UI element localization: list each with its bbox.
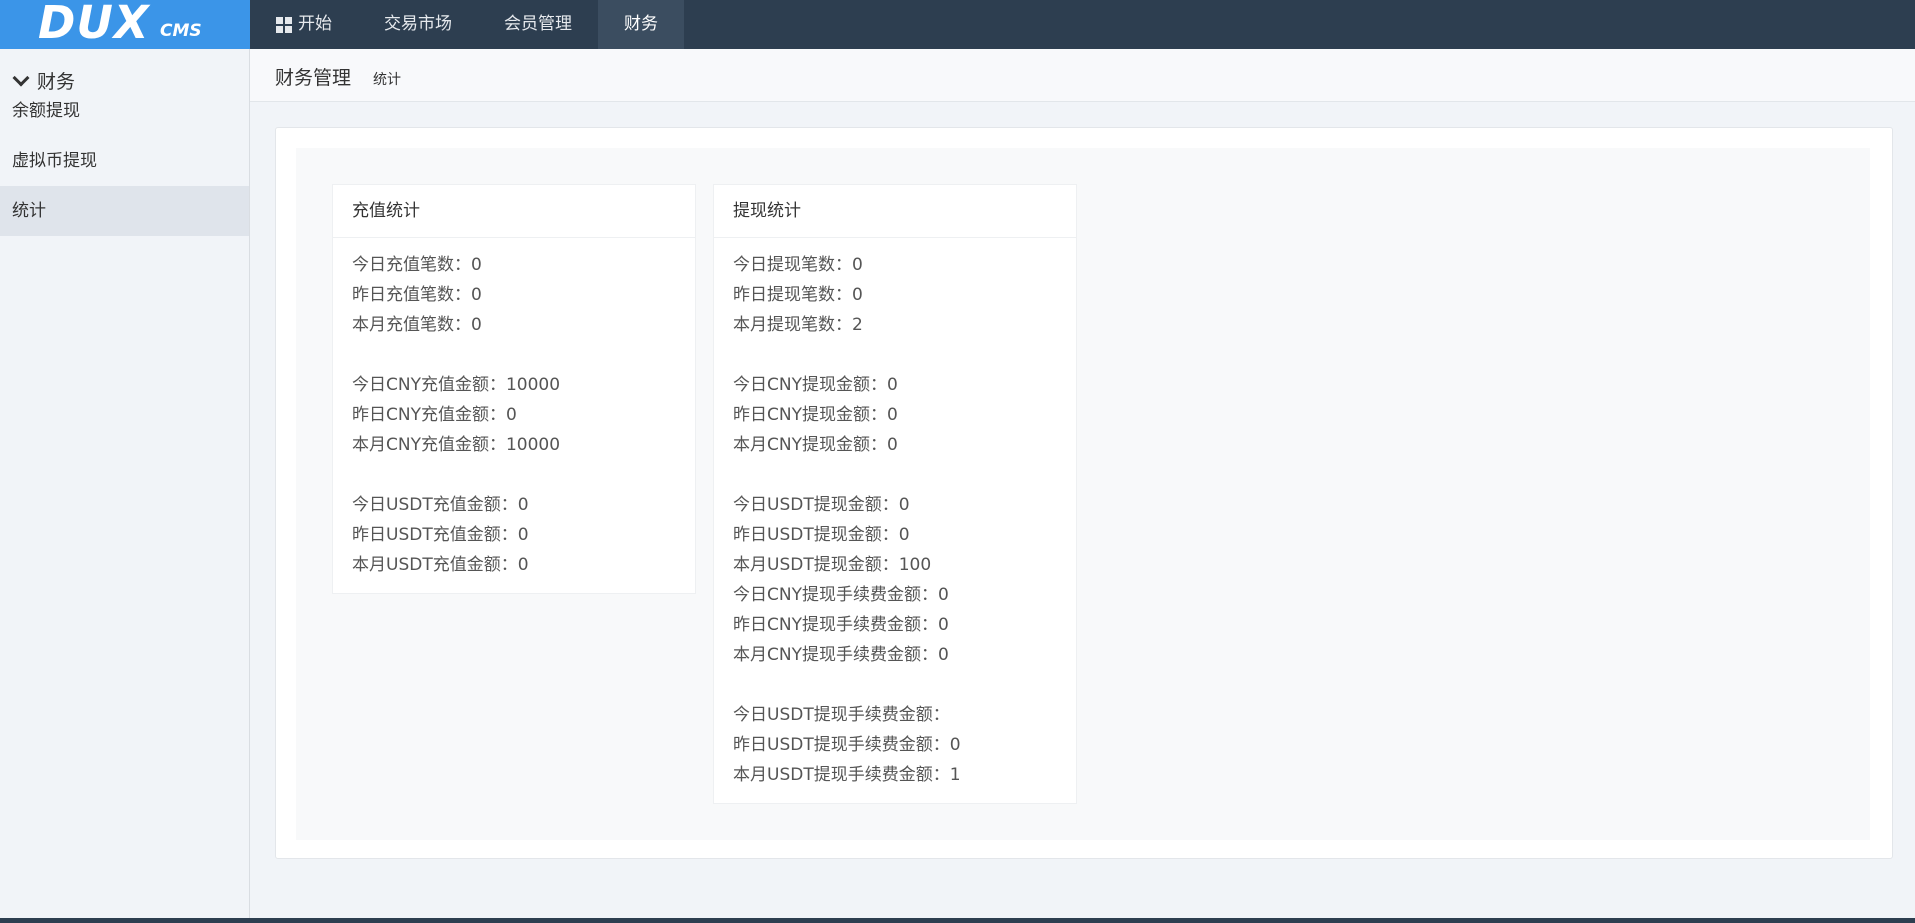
- page-title: 财务管理: [275, 67, 352, 89]
- nav-item-label: 会员管理: [504, 14, 572, 34]
- nav-item-label: 交易市场: [384, 14, 452, 34]
- content-inner: 充值统计 今日充值笔数：0 昨日充值笔数：0 本月充值笔数：0 今日CNY充值金…: [296, 148, 1870, 840]
- logo[interactable]: DUX CMS: [0, 0, 250, 49]
- stat-line: 昨日CNY提现金额：0: [733, 405, 898, 425]
- logo-text: DUX: [38, 0, 150, 49]
- windows-icon: [276, 16, 292, 33]
- nav-item-label: 开始: [298, 14, 332, 34]
- stat-line: 本月CNY充值金额：10000: [352, 435, 561, 455]
- nav-item-finance[interactable]: 财务: [598, 0, 684, 49]
- nav-item-label: 财务: [624, 14, 658, 34]
- stat-line: 昨日CNY提现手续费金额：0: [733, 615, 949, 635]
- stat-line: 今日CNY充值金额：10000: [352, 375, 561, 395]
- stat-line: 昨日充值笔数：0: [352, 285, 482, 305]
- sidebar-item-balance-withdraw[interactable]: 余额提现: [0, 86, 249, 136]
- chevron-down-icon: [12, 69, 30, 86]
- sidebar: 财务 余额提现 虚拟币提现 统计: [0, 49, 250, 923]
- top-navbar: DUX CMS 开始 交易市场 会员管理 财务: [0, 0, 1915, 49]
- breadcrumb: 统计: [373, 72, 401, 88]
- card-body: 今日提现笔数：0 昨日提现笔数：0 本月提现笔数：2 今日CNY提现金额：0 昨…: [714, 238, 1076, 798]
- sidebar-item-label: 虚拟币提现: [12, 151, 97, 171]
- stat-line: 昨日提现笔数：0: [733, 285, 863, 305]
- card-title: 充值统计: [333, 185, 695, 238]
- page-header: 财务管理 统计: [250, 49, 1915, 102]
- stat-line: 昨日USDT提现金额：0: [733, 525, 910, 545]
- card-title: 提现统计: [714, 185, 1076, 238]
- stat-line: 昨日CNY充值金额：0: [352, 405, 517, 425]
- stat-line: 今日USDT充值金额：0: [352, 495, 529, 515]
- withdraw-stats-card: 提现统计 今日提现笔数：0 昨日提现笔数：0 本月提现笔数：2 今日CNY提现金…: [713, 184, 1077, 804]
- nav-item-start[interactable]: 开始: [250, 0, 358, 49]
- stat-line: 本月USDT提现手续费金额：1: [733, 765, 961, 785]
- logo-subtext: CMS: [160, 21, 202, 41]
- card-body: 今日充值笔数：0 昨日充值笔数：0 本月充值笔数：0 今日CNY充值金额：100…: [333, 238, 695, 588]
- stat-line: 本月USDT提现金额：100: [733, 555, 932, 575]
- stat-line: 本月CNY提现金额：0: [733, 435, 898, 455]
- stat-line: 今日CNY提现金额：0: [733, 375, 898, 395]
- sidebar-item-label: 统计: [12, 201, 46, 221]
- sidebar-item-statistics[interactable]: 统计: [0, 186, 249, 236]
- stat-line: 今日USDT提现手续费金额：: [733, 705, 950, 725]
- stat-line: 本月提现笔数：2: [733, 315, 863, 335]
- stat-line: 本月USDT充值金额：0: [352, 555, 529, 575]
- stat-line: 今日提现笔数：0: [733, 255, 863, 275]
- nav-item-market[interactable]: 交易市场: [358, 0, 478, 49]
- stat-line: 本月CNY提现手续费金额：0: [733, 645, 949, 665]
- stat-line: 今日充值笔数：0: [352, 255, 482, 275]
- stat-line: 今日USDT提现金额：0: [733, 495, 910, 515]
- content-panel: 充值统计 今日充值笔数：0 昨日充值笔数：0 本月充值笔数：0 今日CNY充值金…: [275, 127, 1893, 859]
- nav-item-members[interactable]: 会员管理: [478, 0, 598, 49]
- sidebar-item-label: 余额提现: [12, 101, 80, 121]
- bottom-bar: [0, 918, 1915, 923]
- recharge-stats-card: 充值统计 今日充值笔数：0 昨日充值笔数：0 本月充值笔数：0 今日CNY充值金…: [332, 184, 696, 594]
- stat-line: 本月充值笔数：0: [352, 315, 482, 335]
- stat-line: 昨日USDT充值金额：0: [352, 525, 529, 545]
- sidebar-item-crypto-withdraw[interactable]: 虚拟币提现: [0, 136, 249, 186]
- stat-line: 昨日USDT提现手续费金额：0: [733, 735, 961, 755]
- main-nav: 开始 交易市场 会员管理 财务: [250, 0, 684, 49]
- stat-line: 今日CNY提现手续费金额：0: [733, 585, 949, 605]
